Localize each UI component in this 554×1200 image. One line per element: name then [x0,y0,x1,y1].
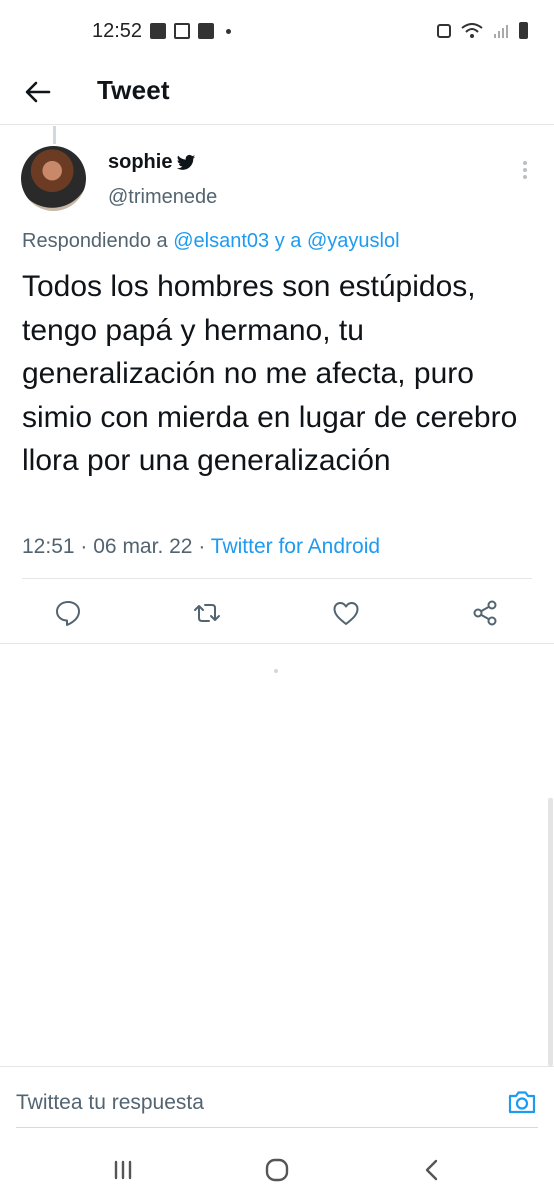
mention-link[interactable]: @elsant03 [173,230,269,252]
system-navigation-bar [0,1140,554,1200]
thread-connector-line [53,126,56,144]
heart-icon[interactable] [331,598,361,628]
tweet-date: 06 mar. 22 [93,535,193,558]
more-options-icon[interactable] [515,158,535,182]
replying-prefix: Respondiendo a [22,230,168,252]
signal-icon [494,24,508,38]
tweet-time: 12:51 [22,535,75,558]
home-icon[interactable] [262,1156,292,1184]
mention-link[interactable]: @yayuslol [307,230,400,252]
replying-to-line: Respondiendo a @elsant03 y a @yayuslol [22,230,400,253]
tweet-meta: 12:51 · 06 mar. 22 · Twitter for Android [22,535,380,559]
divider [22,578,532,579]
app-header: Tweet [0,62,554,125]
mention-joiner: y a [274,230,302,252]
meta-separator: · [80,535,88,558]
avatar[interactable] [21,146,86,211]
data-saver-icon [437,23,451,38]
divider [0,643,554,644]
wifi-icon [461,22,483,38]
linkedin-notification-icon [198,23,214,39]
battery-icon [519,22,528,39]
calendar-notification-icon [174,23,190,39]
loading-indicator [274,669,278,673]
reply-input[interactable] [16,1087,486,1119]
scrollbar[interactable] [548,798,553,1066]
recent-apps-icon[interactable] [108,1156,138,1184]
camera-icon[interactable] [506,1086,538,1118]
meta-separator: · [198,535,206,558]
reply-icon[interactable] [53,598,83,628]
back-nav-icon[interactable] [417,1156,447,1184]
author-handle[interactable]: @trimenede [108,186,217,209]
tweet-source-link[interactable]: Twitter for Android [211,535,380,558]
image-notification-icon [150,23,166,39]
status-bar: 12:52 [0,0,554,62]
author-name-text: sophie [108,151,173,173]
system-icons [437,22,528,39]
status-time: 12:52 [92,20,143,42]
back-arrow-icon[interactable] [22,76,54,108]
retweet-icon[interactable] [192,598,222,628]
author-display-name[interactable]: sophie [108,151,196,174]
page-title: Tweet [97,75,170,105]
more-notifications-dot-icon [226,28,231,34]
twitter-bird-icon [177,154,196,170]
notification-icons [150,23,231,39]
share-icon[interactable] [470,598,500,628]
tweet-actions [0,592,554,636]
tweet-text: Todos los hombres son estúpidos, tengo p… [22,270,518,477]
reply-input-underline [16,1127,538,1128]
